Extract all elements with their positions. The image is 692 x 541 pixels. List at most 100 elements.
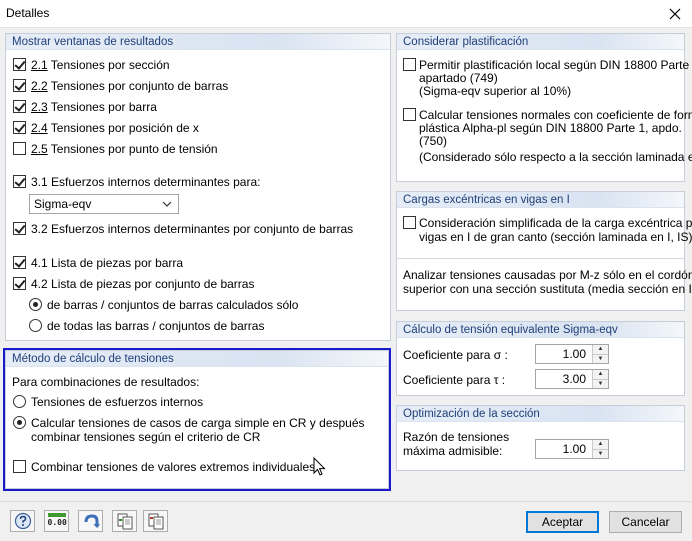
radio-load-cases-label-2: combinar tensiones según el criterio de … (31, 430, 261, 444)
plast-local-label-1: Permitir plastificación local según DIN … (419, 58, 692, 72)
coef-sigma-value: 1.00 (562, 347, 586, 361)
eccentric-label-1: Consideración simplificada de la carga e… (419, 216, 692, 230)
help-icon (14, 512, 31, 530)
eccentric-label-2: vigas en I de gran canto (sección lamina… (419, 230, 692, 244)
decimal-places-button[interactable]: 0.00 (44, 510, 69, 532)
opt-panel-header: Optimización de la sección (397, 406, 684, 422)
coef-sigma-up-icon[interactable]: ▲ (593, 345, 608, 354)
plast-alpha-label-3: (750) (419, 134, 448, 148)
coef-tau-up-icon[interactable]: ▲ (593, 370, 608, 379)
eccentric-note-2: superior con una sección sustituta (medi… (403, 282, 692, 296)
coef-sigma-stepper[interactable]: 1.00 ▲ ▼ (535, 344, 609, 364)
result-item-2-1-label: Tensiones por sección (47, 58, 170, 72)
window-title: Detalles (6, 6, 50, 20)
eccentric-panel-header: Cargas excéntricas en vigas en I (397, 192, 684, 208)
coef-tau-down-icon[interactable]: ▼ (593, 379, 608, 388)
result-item-2-4-checkbox[interactable] (13, 121, 26, 134)
method-intro: Para combinaciones de resultados: (12, 375, 200, 389)
sigma-panel: Cálculo de tensión equivalente Sigma-eqv… (396, 321, 685, 396)
combine-extremes-label: Combinar tensiones de valores extremos i… (31, 460, 316, 474)
result-item-3-1-label: 3.1 Esfuerzos internos determinantes par… (31, 175, 261, 189)
result-item-4-1-label: 4.1 Lista de piezas por barra (31, 256, 184, 270)
opt-label-2: máxima admisible: (403, 444, 503, 458)
plast-panel: Considerar plastificación Permitir plast… (396, 33, 692, 182)
close-button[interactable] (658, 0, 692, 28)
result-item-3-2-label: 3.2 Esfuerzos internos determinantes por… (31, 222, 354, 236)
result-item-2-2-num: 2.2 (31, 79, 48, 93)
result-item-2-2-checkbox[interactable] (13, 79, 26, 92)
coef-tau-value: 3.00 (562, 372, 586, 386)
decimal-places-label: 0.00 (47, 517, 67, 527)
eccentric-divider (397, 258, 684, 259)
result-item-2-4-num: 2.4 (31, 121, 48, 135)
radio-calculated-only-label: de barras / conjuntos de barras calculad… (47, 298, 299, 312)
opt-ratio-stepper[interactable]: 1.00 ▲ ▼ (535, 439, 609, 459)
plast-alpha-label-1: Calcular tensiones normales con coeficie… (419, 108, 692, 122)
export-document-icon (148, 513, 163, 530)
radio-internal-forces-label: Tensiones de esfuerzos internos (31, 395, 204, 409)
combine-extremes-checkbox[interactable] (13, 460, 26, 473)
sigma-dropdown-value: Sigma-eqv (34, 197, 92, 211)
radio-internal-forces[interactable] (13, 395, 26, 408)
close-icon (669, 8, 681, 20)
coef-tau-label: Coeficiente para τ : (403, 373, 506, 387)
result-item-2-5-checkbox[interactable] (13, 142, 26, 155)
result-item-2-4-label: Tensiones por posición de x (47, 121, 199, 135)
method-panel: Método de cálculo de tensiones Para comb… (5, 350, 389, 489)
import-button[interactable] (112, 510, 137, 532)
eccentric-note-1: Analizar tensiones causadas por M-z sólo… (403, 268, 692, 282)
reset-button[interactable] (78, 510, 103, 532)
result-item-2-2-label: Tensiones por conjunto de barras (47, 79, 229, 93)
result-item-2-3-checkbox[interactable] (13, 100, 26, 113)
opt-ratio-value: 1.00 (562, 442, 586, 456)
result-item-3-2-checkbox[interactable] (13, 222, 26, 235)
results-panel: Mostrar ventanas de resultados 2.1 Tensi… (5, 33, 391, 341)
opt-panel: Optimización de la sección Razón de tens… (396, 405, 685, 471)
results-panel-header: Mostrar ventanas de resultados (6, 34, 390, 50)
result-item-4-2-checkbox[interactable] (13, 277, 26, 290)
sigma-dropdown[interactable]: Sigma-eqv (29, 194, 179, 214)
sigma-panel-header: Cálculo de tensión equivalente Sigma-eqv (397, 322, 684, 338)
radio-all-members-label: de todas las barras / conjuntos de barra… (47, 319, 265, 333)
result-item-2-1-checkbox[interactable] (13, 58, 26, 71)
result-item-2-3-num: 2.3 (31, 100, 48, 114)
import-document-icon (117, 513, 132, 530)
eccentric-panel: Cargas excéntricas en vigas en I Conside… (396, 191, 692, 311)
cancel-button[interactable]: Cancelar (609, 511, 682, 533)
radio-load-cases-label-1: Calcular tensiones de casos de carga sim… (31, 416, 365, 430)
coef-sigma-down-icon[interactable]: ▼ (593, 354, 608, 363)
opt-ratio-down-icon[interactable]: ▼ (593, 449, 608, 458)
opt-label-1: Razón de tensiones (403, 430, 510, 444)
accept-button[interactable]: Aceptar (526, 511, 599, 533)
result-item-2-5-label: Tensiones por punto de tensión (47, 142, 218, 156)
result-item-4-1-checkbox[interactable] (13, 256, 26, 269)
plast-alpha-label-4: (Considerado sólo respecto a la sección … (419, 150, 692, 164)
decimal-places-icon: 0.00 (47, 512, 67, 530)
result-item-2-1-num: 2.1 (31, 58, 48, 72)
coef-sigma-label: Coeficiente para σ : (403, 348, 508, 362)
plast-local-checkbox[interactable] (403, 58, 416, 71)
plast-local-label-3: (Sigma-eqv superior al 10%) (419, 84, 572, 98)
plast-alpha-checkbox[interactable] (403, 108, 416, 121)
footer-divider (0, 501, 692, 502)
radio-all-members[interactable] (29, 319, 42, 332)
plast-panel-header: Considerar plastificación (397, 34, 684, 50)
opt-ratio-up-icon[interactable]: ▲ (593, 440, 608, 449)
title-bar: Detalles (0, 0, 692, 28)
radio-calculated-only[interactable] (29, 298, 42, 311)
mouse-cursor-icon (313, 457, 326, 476)
result-item-4-2-label: 4.2 Lista de piezas por conjunto de barr… (31, 277, 255, 291)
method-panel-header: Método de cálculo de tensiones (6, 351, 388, 367)
reset-arrow-icon (84, 514, 100, 528)
chevron-down-icon (162, 195, 172, 220)
result-item-3-1-checkbox[interactable] (13, 175, 26, 188)
coef-tau-stepper[interactable]: 3.00 ▲ ▼ (535, 369, 609, 389)
radio-load-cases[interactable] (13, 416, 26, 429)
eccentric-checkbox[interactable] (403, 216, 416, 229)
help-button[interactable] (10, 510, 35, 532)
plast-local-label-2: apartado (749) (419, 71, 498, 85)
result-item-2-3-label: Tensiones por barra (47, 100, 157, 114)
plast-alpha-label-2: plástica Alpha-pl según DIN 18800 Parte … (419, 121, 682, 135)
result-item-2-5-num: 2.5 (31, 142, 48, 156)
export-button[interactable] (143, 510, 168, 532)
